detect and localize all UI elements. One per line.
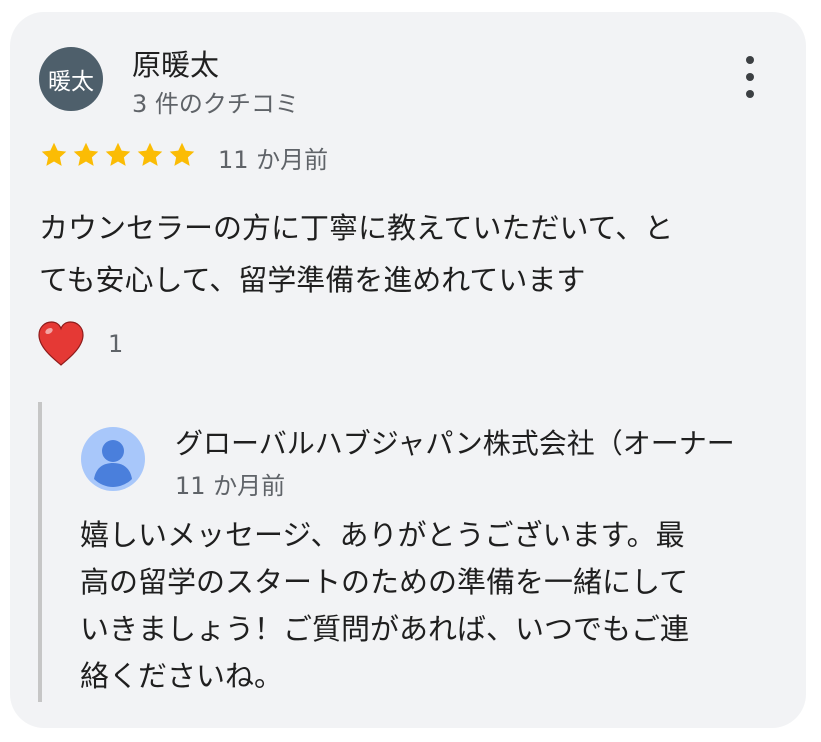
review-card: 暖太 原暖太 3 件のクチコミ 11 か月前 カウンセラーの方に丁寧に教えていた… [10, 12, 806, 728]
reaction-button[interactable]: 1 [36, 320, 123, 368]
star-icon [41, 142, 67, 166]
more-vert-icon [746, 56, 754, 64]
star-icon [137, 142, 163, 166]
reviewer-avatar[interactable]: 暖太 [39, 47, 103, 111]
default-person-icon [81, 427, 145, 491]
reply-text-line: いきましょう！ご質問があれば、いつでもご連 [80, 612, 690, 646]
review-text: カウンセラーの方に丁寧に教えていただいて、と ても安心して、留学準備を進めれてい… [39, 202, 779, 306]
reply-text-line: 高の留学のスタートのための準備を一緒にして [80, 565, 689, 599]
reply-text: 嬉しいメッセージ、ありがとうございます。最 高の留学のスタートのための準備を一緒… [80, 512, 780, 700]
owner-name: グローバルハブジャパン株式会社（オーナー [175, 427, 735, 460]
star-icon [73, 142, 99, 166]
reviewer-name[interactable]: 原暖太 [132, 42, 219, 84]
star-icon [105, 142, 131, 166]
review-text-line: ても安心して、留学準備を進めれています [39, 263, 586, 297]
more-vert-icon-dot [746, 73, 754, 81]
reply-indent-bar [38, 402, 42, 702]
heart-icon [38, 321, 84, 366]
reply-text-line: 絡くださいね。 [80, 659, 284, 693]
reply-date: 11 か月前 [175, 472, 286, 500]
review-date: 11 か月前 [218, 146, 329, 174]
star-icon [169, 142, 195, 166]
review-count: 3 件のクチコミ [132, 90, 299, 118]
avatar-initials: 暖太 [48, 69, 94, 95]
more-vert-icon-dot [746, 90, 754, 98]
star-rating [39, 140, 197, 170]
review-text-line: カウンセラーの方に丁寧に教えていただいて、と [39, 211, 674, 245]
reply-text-line: 嬉しいメッセージ、ありがとうございます。最 [80, 518, 685, 552]
more-options-button[interactable] [734, 52, 766, 102]
reaction-count: 1 [108, 330, 124, 358]
